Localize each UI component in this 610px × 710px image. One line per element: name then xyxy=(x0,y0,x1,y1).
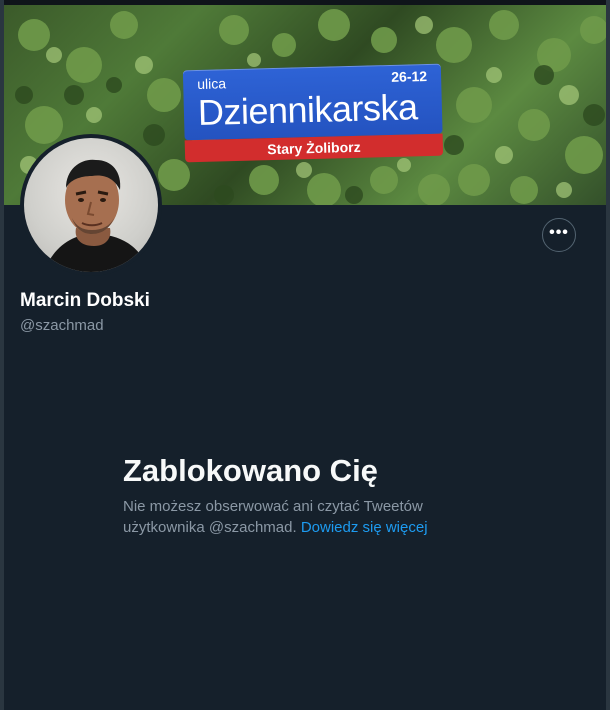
avatar-photo xyxy=(24,138,158,272)
right-edge xyxy=(606,0,610,710)
more-options-button[interactable]: ••• xyxy=(542,218,576,252)
display-name: Marcin Dobski xyxy=(20,290,150,311)
street-sign-name: Dziennikarska xyxy=(197,86,419,134)
blocked-message: Nie możesz obserwować ani czytać Tweetów… xyxy=(123,496,463,538)
user-handle: @szachmad xyxy=(20,317,104,334)
street-sign-prefix: ulica xyxy=(196,75,227,93)
learn-more-link[interactable]: Dowiedz się więcej xyxy=(301,519,428,536)
street-sign: ulica 26-12 Dziennikarska Stary Żoliborz xyxy=(182,63,444,163)
avatar[interactable] xyxy=(20,134,162,276)
person-portrait-icon xyxy=(44,159,148,272)
ellipsis-icon: ••• xyxy=(549,224,569,241)
profile-page: ulica 26-12 Dziennikarska Stary Żoliborz xyxy=(0,0,610,710)
street-sign-number: 26-12 xyxy=(391,68,428,85)
street-sign-district: Stary Żoliborz xyxy=(267,138,361,158)
street-sign-blue: ulica 26-12 Dziennikarska xyxy=(182,63,443,141)
blocked-title: Zablokowano Cię xyxy=(123,453,378,488)
